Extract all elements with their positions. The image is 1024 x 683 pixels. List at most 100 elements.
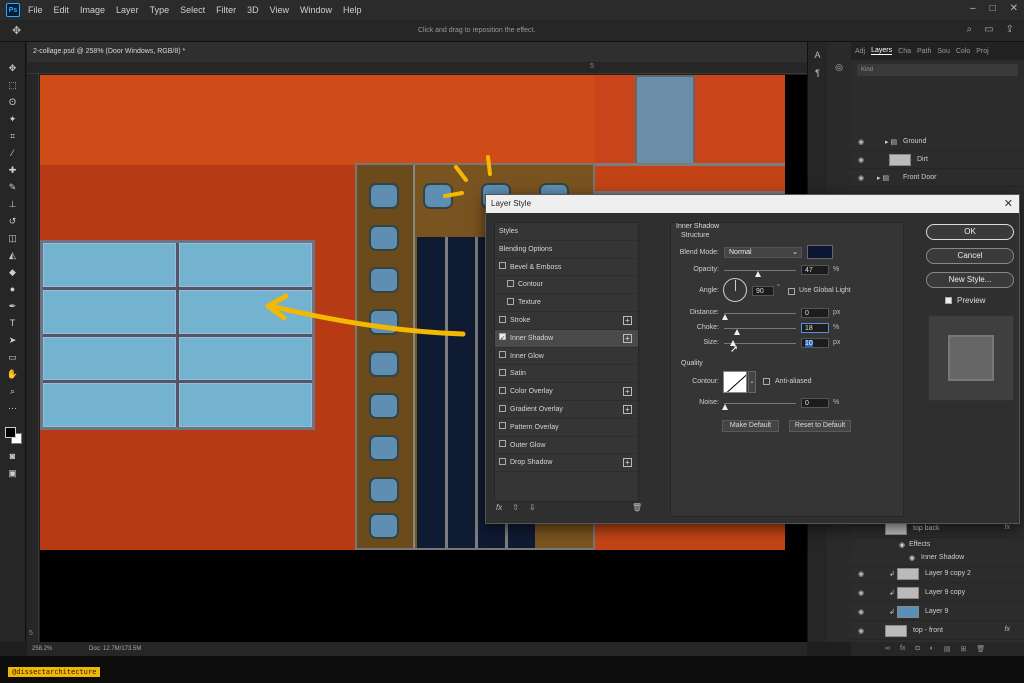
layer-row[interactable]: ◉ top - front fx [851, 622, 1024, 640]
adjustment-layer-icon[interactable]: ◐ [930, 645, 934, 653]
add-instance-icon[interactable]: + [623, 458, 632, 468]
style-checkbox[interactable] [499, 351, 506, 359]
style-item[interactable]: Inner Glow [495, 348, 638, 366]
maximize-icon[interactable]: □ [990, 3, 996, 14]
menu-type[interactable]: Type [150, 5, 170, 15]
link-layers-icon[interactable]: ∞ [885, 645, 890, 653]
close-icon[interactable]: ✕ [1010, 3, 1018, 14]
anti-aliased-checkbox[interactable] [763, 378, 770, 385]
add-instance-icon[interactable]: + [623, 333, 632, 343]
angle-dial[interactable] [723, 278, 747, 302]
dialog-titlebar[interactable]: Layer Style ✕ [486, 195, 1019, 213]
magic-wand-icon[interactable]: ✦ [5, 113, 21, 125]
style-checkbox[interactable] [499, 458, 506, 466]
noise-slider[interactable] [724, 403, 796, 404]
fx-icon[interactable]: fx [1005, 626, 1010, 633]
style-checkbox[interactable] [499, 422, 506, 430]
tab-adjustments[interactable]: Adj [855, 48, 865, 55]
layer-row[interactable]: ◉ ↲ Layer 9 copy 2 [851, 565, 1024, 583]
menu-edit[interactable]: Edit [54, 5, 70, 15]
eyedropper-icon[interactable]: ⁄ [5, 147, 21, 159]
paragraph-icon[interactable]: ¶ [811, 68, 825, 78]
color-swatches[interactable] [3, 425, 23, 445]
choke-input[interactable]: 18 [801, 323, 829, 333]
style-item[interactable]: Contour [495, 276, 638, 295]
move-icon[interactable]: ✥ [5, 62, 21, 74]
style-checkbox[interactable] [499, 404, 506, 412]
effects-eye-icon[interactable]: ◉ [899, 541, 905, 549]
menu-filter[interactable]: Filter [216, 5, 236, 15]
menu-file[interactable]: File [28, 5, 43, 15]
minimize-icon[interactable]: – [970, 3, 976, 14]
foreground-color[interactable] [4, 427, 16, 438]
make-default-button[interactable]: Make Default [722, 420, 779, 432]
delete-layer-icon[interactable]: 🗑 [976, 645, 985, 653]
style-item[interactable]: Drop Shadow + [495, 454, 638, 473]
add-instance-icon[interactable]: + [623, 315, 632, 325]
noise-slider-knob[interactable] [722, 404, 728, 410]
menu-layer[interactable]: Layer [116, 5, 139, 15]
fx-icon[interactable]: fx [496, 503, 502, 512]
reset-default-button[interactable]: Reset to Default [789, 420, 851, 432]
zoom-icon[interactable]: ⌕ [5, 385, 21, 397]
style-item[interactable]: Pattern Overlay [495, 419, 638, 437]
trash-icon[interactable]: 🗑 [632, 503, 642, 512]
style-checkbox[interactable] [499, 331, 506, 349]
style-checkbox[interactable] [499, 262, 506, 270]
dodge-icon[interactable]: ● [5, 283, 21, 295]
tab-properties[interactable]: Proj [976, 48, 988, 55]
angle-input[interactable]: 90 [752, 286, 774, 296]
history-brush-icon[interactable]: ↺ [5, 215, 21, 227]
cancel-button[interactable]: Cancel [926, 248, 1014, 264]
style-checkbox[interactable] [499, 315, 506, 323]
hand-icon[interactable]: ✋ [5, 368, 21, 380]
visibility-eye-icon[interactable]: ◉ [858, 589, 864, 597]
ok-button[interactable]: OK [926, 224, 1014, 240]
style-item[interactable]: Blending Options [495, 241, 638, 259]
screen-mode-icon[interactable]: ▣ [5, 467, 21, 479]
add-instance-icon[interactable]: + [623, 404, 632, 414]
more-tools-icon[interactable]: ⋯ [5, 402, 21, 414]
style-item[interactable]: Texture [495, 294, 638, 312]
style-checkbox[interactable] [499, 440, 506, 448]
tab-channels[interactable]: Cha [898, 48, 911, 55]
layer-row[interactable]: ◉ ▸ ▤ Front Door [851, 169, 1024, 187]
add-instance-icon[interactable]: + [623, 387, 632, 397]
style-item[interactable]: Gradient Overlay + [495, 401, 638, 419]
style-checkbox[interactable] [499, 386, 506, 394]
healing-brush-icon[interactable]: ✚ [5, 164, 21, 176]
choke-slider-knob[interactable] [734, 329, 740, 335]
new-style-button[interactable]: New Style... [926, 272, 1014, 288]
style-item[interactable]: Outer Glow [495, 437, 638, 455]
zoom-level[interactable]: 258.2% [32, 646, 52, 652]
fx-icon[interactable]: fx [1005, 524, 1010, 531]
layer-row[interactable]: ◉ ↲ Layer 9 copy [851, 584, 1024, 602]
menu-view[interactable]: View [270, 5, 289, 15]
adjustments-icon[interactable]: ◎ [827, 62, 851, 73]
workspace-icon[interactable]: ▭ [984, 24, 993, 35]
style-item[interactable]: Styles [495, 223, 638, 241]
noise-input[interactable]: 0 [801, 398, 829, 408]
tab-layers[interactable]: Layers [871, 47, 893, 55]
add-mask-icon[interactable]: ◘ [915, 645, 919, 653]
close-icon[interactable]: ✕ [1004, 195, 1013, 213]
pen-icon[interactable]: ✒ [5, 300, 21, 312]
distance-input[interactable]: 0 [801, 308, 829, 318]
opacity-input[interactable]: 47 [801, 265, 829, 275]
shadow-color-swatch[interactable] [807, 245, 833, 259]
distance-slider-knob[interactable] [722, 314, 728, 320]
tab-paths[interactable]: Path [917, 48, 931, 55]
type-icon[interactable]: T [5, 317, 21, 329]
preview-checkbox[interactable] [945, 297, 952, 304]
style-item[interactable]: Bevel & Emboss [495, 259, 638, 277]
style-item[interactable]: Stroke + [495, 312, 638, 330]
move-down-icon[interactable]: ⇩ [529, 503, 536, 512]
blend-mode-select[interactable]: Normal ⌄ [724, 247, 802, 258]
visibility-eye-icon[interactable]: ◉ [858, 570, 864, 578]
tab-color[interactable]: Colo [956, 48, 970, 55]
style-item[interactable]: Inner Shadow + [495, 329, 638, 349]
contour-preview[interactable] [723, 371, 747, 393]
document-tab[interactable]: 2-collage.psd @ 258% (Door Windows, RGB/… [27, 42, 807, 62]
visibility-eye-icon[interactable]: ◉ [858, 627, 864, 635]
opacity-slider-knob[interactable] [755, 271, 761, 277]
